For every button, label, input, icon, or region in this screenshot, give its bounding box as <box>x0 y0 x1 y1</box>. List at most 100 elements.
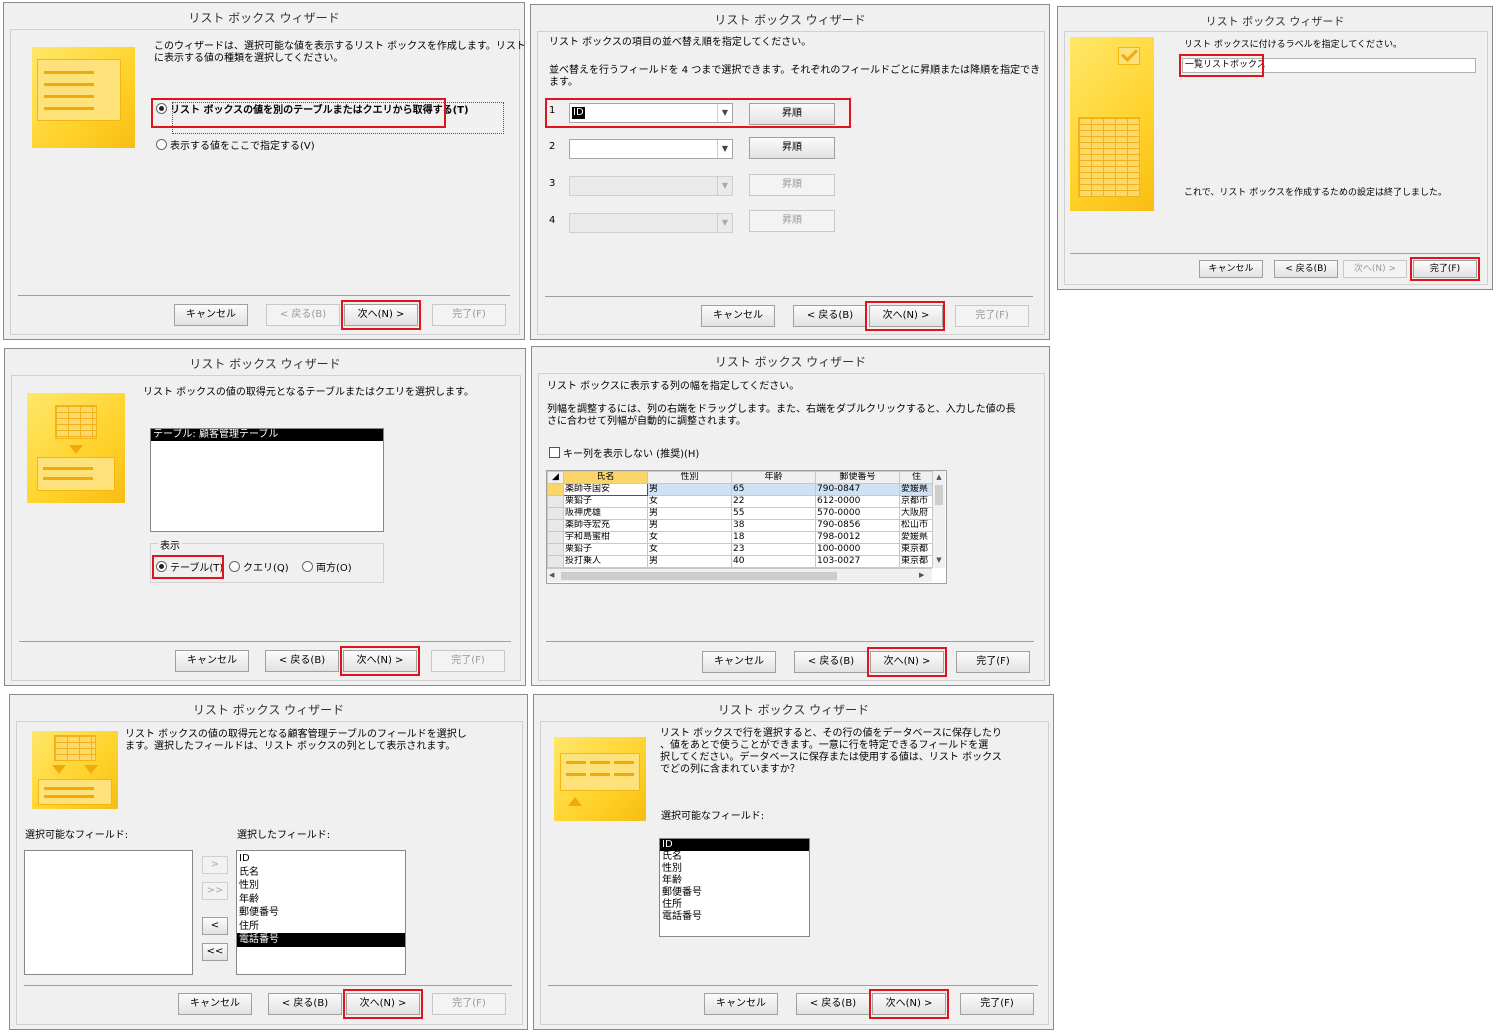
cancel-button[interactable]: キャンセル <box>175 650 249 672</box>
finish-button[interactable]: 完了(F) <box>955 305 1029 327</box>
dialog-title: リスト ボックス ウィザード <box>714 13 866 27</box>
sort-order-4-button[interactable]: 昇順 <box>749 210 835 232</box>
finish-button[interactable]: 完了(F) <box>960 993 1034 1015</box>
cancel-button[interactable]: キャンセル <box>1199 260 1263 278</box>
row-selector[interactable] <box>547 543 564 556</box>
separator <box>24 985 512 986</box>
column-preview-grid[interactable]: ◢ 氏名 性別 年齢 郵便番号 住 薬師寺国安 男 65 790-0847 愛媛… <box>546 470 947 584</box>
next-button[interactable]: 次へ(N) > <box>1343 260 1407 278</box>
available-fields-list[interactable] <box>24 850 193 975</box>
finish-button[interactable]: 完了(F) <box>956 651 1030 673</box>
table-cell: 男 <box>647 555 732 568</box>
selected-fields-list[interactable]: ID 氏名 性別 年齢 郵便番号 住所 電話番号 <box>236 850 406 975</box>
table-cell: 22 <box>731 495 816 508</box>
list-item[interactable]: 電話番号 <box>660 911 809 923</box>
row-selector[interactable] <box>547 519 564 532</box>
table-query-list[interactable]: テーブル: 顧客管理テーブル <box>150 428 384 532</box>
finish-button[interactable]: 完了(F) <box>431 650 505 672</box>
table-row[interactable]: 阪神虎雄 男 55 570-0000 大阪府 <box>547 507 934 520</box>
table-cell: 宇和島蜜柑 <box>563 531 648 544</box>
row-selector[interactable] <box>547 483 564 496</box>
remove-field-button[interactable]: < <box>202 917 228 935</box>
list-item[interactable]: 郵便番号 <box>660 887 809 899</box>
radio-icon <box>302 561 313 572</box>
sort-order-3-button[interactable]: 昇順 <box>749 174 835 196</box>
table-cell: 38 <box>731 519 816 532</box>
step-description-2: 列幅を調整するには、列の右端をドラッグします。また、右端をダブルクリックすると、… <box>547 404 1016 415</box>
radio-queries[interactable]: クエリ(Q) <box>229 561 289 575</box>
add-field-button[interactable]: > <box>202 856 228 874</box>
row-selector[interactable] <box>547 531 564 544</box>
list-item[interactable]: 住所 <box>660 899 809 911</box>
key-field-list[interactable]: ID 氏名 性別 年齢 郵便番号 住所 電話番号 <box>659 838 810 937</box>
table-cell: 男 <box>647 483 732 496</box>
list-item[interactable]: 電話番号 <box>237 933 405 947</box>
scroll-thumb[interactable] <box>561 572 837 580</box>
column-header[interactable]: 性別 <box>647 471 732 484</box>
list-item[interactable]: 氏名 <box>237 866 405 880</box>
radio-both[interactable]: 両方(O) <box>302 561 352 575</box>
table-row[interactable]: 栗鉛子 女 23 100-0000 東京都 <box>547 543 934 556</box>
scroll-down-icon[interactable]: ▼ <box>934 555 944 565</box>
cancel-button[interactable]: キャンセル <box>178 993 252 1015</box>
back-button[interactable]: < 戻る(B) <box>265 650 339 672</box>
back-button[interactable]: < 戻る(B) <box>793 305 867 327</box>
horizontal-scrollbar[interactable]: ◀ ▶ <box>547 568 932 582</box>
scroll-up-icon[interactable]: ▲ <box>934 472 944 482</box>
remove-all-fields-button[interactable]: << <box>202 943 228 961</box>
list-item[interactable]: ID <box>237 852 405 866</box>
row-selector[interactable] <box>547 555 564 568</box>
vertical-scrollbar[interactable]: ▲ ▼ <box>932 471 945 568</box>
back-button[interactable]: < 戻る(B) <box>1274 260 1338 278</box>
step-description-2: ます。選択したフィールドは、リスト ボックスの列として表示されます。 <box>125 741 456 752</box>
sort-field-3-select[interactable]: ▼ <box>569 176 733 196</box>
row-selector[interactable] <box>547 507 564 520</box>
cancel-button[interactable]: キャンセル <box>174 304 248 326</box>
table-cell: 薬師寺宏充 <box>563 519 648 532</box>
list-item[interactable]: ID <box>660 839 809 851</box>
list-item[interactable]: 郵便番号 <box>237 906 405 920</box>
list-item[interactable]: 氏名 <box>660 851 809 863</box>
table-cell: 東京都 <box>899 555 934 568</box>
column-header[interactable]: 住 <box>899 471 934 484</box>
table-cell: 栗鉛子 <box>563 543 648 556</box>
sort-field-2-select[interactable]: ▼ <box>569 139 733 159</box>
scroll-right-icon[interactable]: ▶ <box>919 570 929 581</box>
list-item[interactable]: 性別 <box>237 879 405 893</box>
table-row[interactable]: 栗鉛子 女 22 612-0000 京都市 <box>547 495 934 508</box>
column-header[interactable]: 氏名 <box>563 471 648 484</box>
list-item[interactable]: 年齢 <box>237 893 405 907</box>
back-button[interactable]: < 戻る(B) <box>266 304 340 326</box>
table-row[interactable]: 宇和島蜜柑 女 18 798-0012 愛媛県 <box>547 531 934 544</box>
table-row[interactable]: 薬師寺国安 男 65 790-0847 愛媛県 <box>547 483 934 496</box>
row-selector[interactable] <box>547 495 564 508</box>
radio-type-values[interactable]: 表示する値をここで指定する(V) <box>156 139 315 153</box>
table-row[interactable]: 薬師寺宏充 男 38 790-0856 松山市 <box>547 519 934 532</box>
list-item[interactable]: 年齢 <box>660 875 809 887</box>
listbox-wizard-icon <box>32 731 118 809</box>
hide-key-column-checkbox[interactable]: キー列を表示しない (推奨)(H) <box>549 447 699 461</box>
column-header[interactable]: 郵便番号 <box>815 471 900 484</box>
sort-order-2-button[interactable]: 昇順 <box>749 137 835 159</box>
sort-field-4-select[interactable]: ▼ <box>569 213 733 233</box>
finish-button[interactable]: 完了(F) <box>432 304 506 326</box>
list-item[interactable]: テーブル: 顧客管理テーブル <box>151 429 383 441</box>
checkbox-icon <box>549 447 560 458</box>
cancel-button[interactable]: キャンセル <box>701 305 775 327</box>
list-item[interactable]: 住所 <box>237 920 405 934</box>
finish-button[interactable]: 完了(F) <box>432 993 506 1015</box>
cancel-button[interactable]: キャンセル <box>704 993 778 1015</box>
add-all-fields-button[interactable]: >> <box>202 882 228 900</box>
scroll-left-icon[interactable]: ◀ <box>549 570 559 581</box>
cancel-button[interactable]: キャンセル <box>702 651 776 673</box>
table-row[interactable]: 投打乗人 男 40 103-0027 東京都 <box>547 555 934 568</box>
scroll-thumb[interactable] <box>935 485 943 505</box>
back-button[interactable]: < 戻る(B) <box>794 651 868 673</box>
back-button[interactable]: < 戻る(B) <box>796 993 870 1015</box>
list-item[interactable]: 性別 <box>660 863 809 875</box>
sort-row-number: 4 <box>549 215 556 226</box>
back-button[interactable]: < 戻る(B) <box>268 993 342 1015</box>
separator <box>545 296 1033 297</box>
column-header[interactable]: 年齢 <box>731 471 816 484</box>
dialog-title: リスト ボックス ウィザード <box>188 11 340 25</box>
